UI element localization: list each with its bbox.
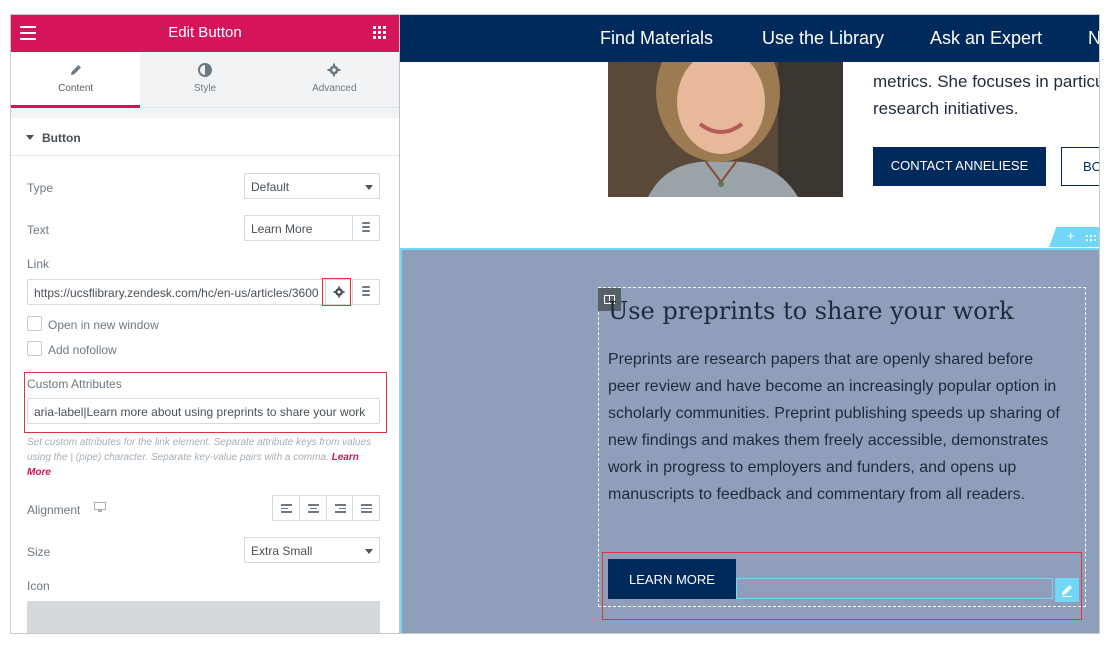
- type-select[interactable]: Default: [244, 173, 380, 199]
- panel-body: Button Type Default Text Learn More Link…: [11, 118, 399, 633]
- contact-anneliese-button[interactable]: CONTACT ANNELIESE: [873, 147, 1046, 186]
- link-value: https://ucsflibrary.zendesk.com/hc/en-us…: [34, 286, 319, 300]
- tab-advanced-label: Advanced: [312, 83, 357, 94]
- drag-handle-icon[interactable]: [1086, 235, 1098, 241]
- profile-photo: [608, 62, 843, 197]
- link-label: Link: [27, 257, 50, 271]
- bio-line-2: research initiatives.: [873, 99, 1019, 118]
- section-button-header[interactable]: Button: [11, 118, 399, 156]
- align-right-button[interactable]: [327, 496, 354, 520]
- site-navigation: Find Materials Use the Library Ask an Ex…: [400, 15, 1099, 62]
- panel-tabs: Content Style Advanced: [11, 52, 399, 108]
- tab-content-label: Content: [58, 83, 94, 94]
- nav-truncated-item[interactable]: N: [1088, 28, 1099, 49]
- text-label: Text: [27, 223, 50, 237]
- edit-panel: Edit Button Content Style Advanced Butto…: [11, 15, 400, 633]
- type-label: Type: [27, 181, 54, 195]
- pencil-icon: [11, 63, 140, 81]
- dynamic-tags-button[interactable]: [352, 216, 379, 240]
- align-justify-button[interactable]: [353, 496, 379, 520]
- align-left-icon: [281, 504, 292, 515]
- add-section-icon[interactable]: +: [1067, 228, 1075, 243]
- editor-window: Edit Button Content Style Advanced Butto…: [10, 14, 1100, 634]
- help-text: Set custom attributes for the link eleme…: [27, 437, 372, 463]
- section-paragraph: Preprints are research papers that are o…: [608, 351, 1060, 503]
- custom-attributes-label: Custom Attributes: [27, 377, 122, 391]
- tab-style-label: Style: [193, 83, 217, 94]
- contrast-icon: [140, 63, 269, 81]
- custom-attributes-input[interactable]: aria-label|Learn more about using prepri…: [27, 398, 380, 424]
- dynamic-tags-button[interactable]: [352, 280, 379, 304]
- size-label: Size: [27, 545, 51, 559]
- add-nofollow-label: Add nofollow: [48, 343, 117, 357]
- tab-content[interactable]: Content: [11, 52, 141, 108]
- bio-line-1: metrics. She focuses in particu: [873, 72, 1100, 91]
- text-value: Learn More: [251, 222, 313, 236]
- section-heading: Use preprints to share your work: [608, 297, 1014, 325]
- open-new-window-label: Open in new window: [48, 318, 159, 332]
- nav-find-materials[interactable]: Find Materials: [600, 28, 713, 49]
- gear-icon: [270, 63, 399, 81]
- nav-ask-an-expert[interactable]: Ask an Expert: [930, 28, 1042, 49]
- text-input[interactable]: Learn More: [244, 215, 380, 241]
- type-value: Default: [251, 180, 290, 194]
- secondary-outline-button[interactable]: BO: [1061, 147, 1099, 186]
- panel-title: Edit Button: [168, 24, 242, 41]
- tab-advanced[interactable]: Advanced: [270, 52, 399, 107]
- align-left-button[interactable]: [273, 496, 300, 520]
- align-center-button[interactable]: [300, 496, 327, 520]
- alignment-buttons: [272, 495, 380, 521]
- annotation-highlight-box: [322, 278, 351, 306]
- size-select[interactable]: Extra Small: [244, 537, 380, 563]
- custom-attributes-value: aria-label|Learn more about using prepri…: [34, 405, 366, 419]
- align-center-icon: [307, 504, 319, 515]
- nav-use-the-library[interactable]: Use the Library: [762, 28, 884, 49]
- icon-label: Icon: [27, 579, 50, 593]
- align-right-icon: [334, 504, 346, 515]
- size-value: Extra Small: [251, 544, 313, 558]
- custom-attributes-help: Set custom attributes for the link eleme…: [27, 435, 377, 480]
- annotation-highlight-box: [602, 552, 1082, 620]
- section-title: Button: [42, 131, 81, 145]
- database-icon: [362, 222, 370, 233]
- panel-header: Edit Button: [11, 15, 399, 52]
- alignment-label: Alignment: [27, 503, 81, 517]
- desktop-icon[interactable]: [94, 502, 106, 513]
- add-nofollow-checkbox[interactable]: [27, 341, 42, 356]
- align-justify-icon: [361, 504, 373, 515]
- tab-style[interactable]: Style: [140, 52, 269, 107]
- chevron-down-icon: [365, 549, 373, 554]
- page-preview: Find Materials Use the Library Ask an Ex…: [400, 15, 1100, 633]
- widgets-grid-icon[interactable]: [373, 26, 386, 39]
- database-icon: [362, 286, 370, 297]
- open-new-window-checkbox[interactable]: [27, 316, 42, 331]
- caret-down-icon: [26, 135, 34, 140]
- section-controls: +: [1049, 227, 1099, 247]
- icon-picker[interactable]: [27, 601, 380, 633]
- chevron-down-icon: [365, 185, 373, 190]
- portrait-image: [608, 62, 843, 197]
